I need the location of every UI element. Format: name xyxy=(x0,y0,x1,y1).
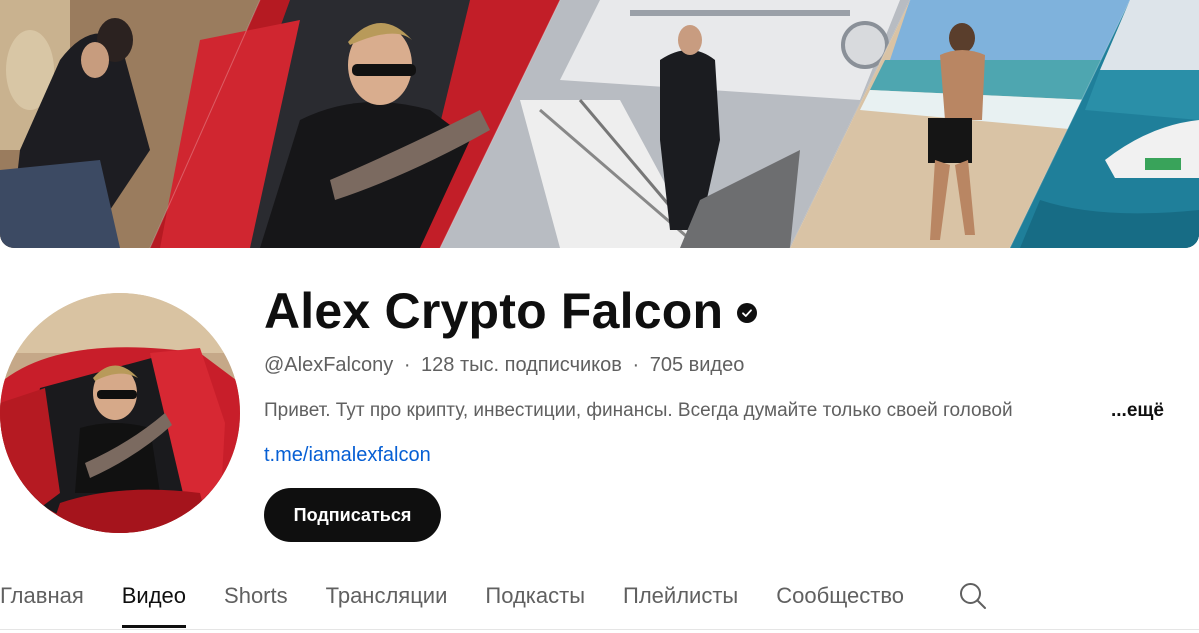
channel-avatar[interactable] xyxy=(0,293,240,533)
subscribe-button[interactable]: Подписаться xyxy=(264,488,441,542)
channel-tabs: Главная Видео Shorts Трансляции Подкасты… xyxy=(0,566,1199,630)
subscriber-count: 128 тыс. подписчиков xyxy=(421,354,622,376)
channel-handle: @AlexFalcony xyxy=(264,354,394,376)
search-icon[interactable] xyxy=(956,566,990,626)
meta-separator: · xyxy=(403,354,411,376)
tab-playlists[interactable]: Плейлисты xyxy=(623,566,738,628)
channel-meta: @AlexFalcony · 128 тыс. подписчиков · 70… xyxy=(264,352,744,378)
channel-description[interactable]: Привет. Тут про крипту, инвестиции, фина… xyxy=(264,397,1164,425)
tab-home[interactable]: Главная xyxy=(0,566,84,628)
tab-community[interactable]: Сообщество xyxy=(776,566,904,628)
description-more-button[interactable]: ...ещё xyxy=(1108,397,1164,425)
tab-shorts[interactable]: Shorts xyxy=(224,566,288,628)
meta-separator: · xyxy=(632,354,640,376)
verified-check-icon xyxy=(737,303,758,323)
description-text: Привет. Тут про крипту, инвестиции, фина… xyxy=(264,400,1013,421)
tab-videos[interactable]: Видео xyxy=(121,566,187,628)
tab-podcasts[interactable]: Подкасты xyxy=(485,566,585,628)
channel-link[interactable]: t.me/iamalexfalcon xyxy=(264,441,431,469)
banner-collage-image xyxy=(0,0,1199,248)
video-count: 705 видео xyxy=(649,354,745,376)
tabs-divider xyxy=(0,629,1199,630)
channel-title-row: Alex Crypto Falcon xyxy=(264,280,758,342)
channel-banner xyxy=(0,0,1199,248)
tab-live[interactable]: Трансляции xyxy=(326,566,448,628)
avatar-image xyxy=(0,293,240,533)
channel-name: Alex Crypto Falcon xyxy=(264,283,724,339)
